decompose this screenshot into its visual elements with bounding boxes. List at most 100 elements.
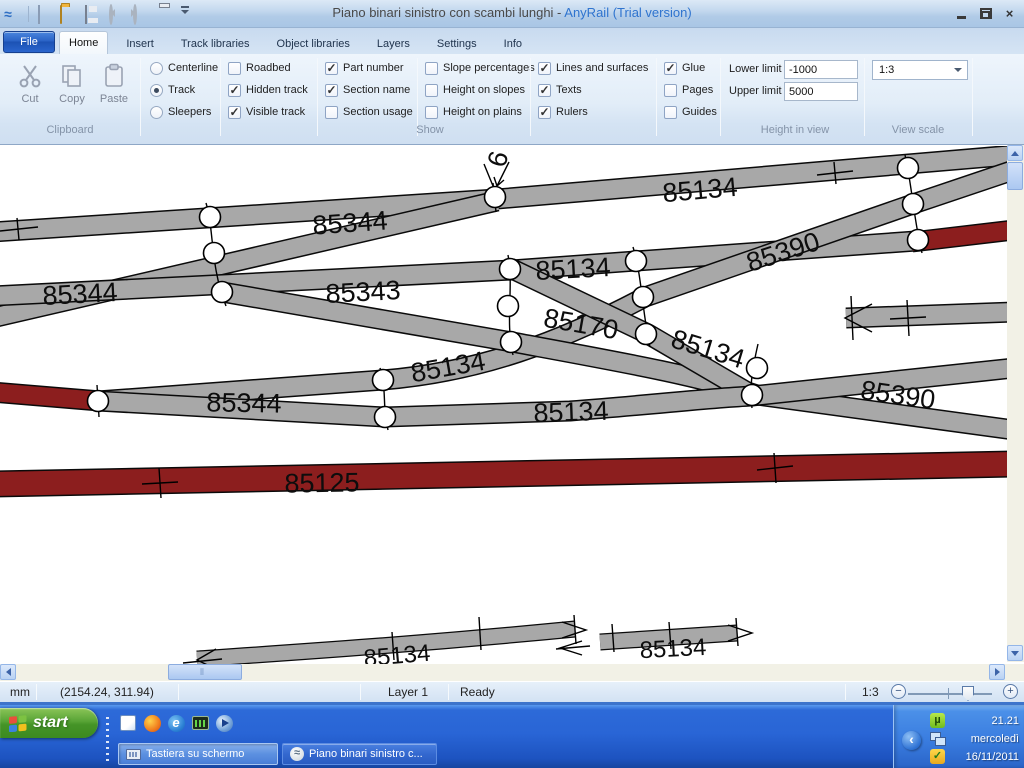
lower-limit-input[interactable] (784, 60, 858, 79)
checkbox-lines-and-surfaces[interactable]: ✓ Lines and surfaces (538, 60, 648, 76)
restore-button[interactable] (977, 6, 994, 21)
cut-button[interactable]: Cut (10, 59, 50, 121)
minimize-button[interactable] (953, 6, 970, 21)
check-control[interactable] (664, 84, 677, 97)
check-control[interactable]: ✓ (538, 106, 551, 119)
zoom-slider-thumb[interactable] (962, 686, 974, 701)
checkbox-texts[interactable]: ✓Texts (538, 82, 582, 98)
tab-insert[interactable]: Insert (117, 33, 163, 54)
tab-info[interactable]: Info (495, 33, 531, 54)
view-scale-dropdown[interactable]: 1:3 (872, 60, 968, 80)
check-control[interactable] (325, 106, 338, 119)
scroll-up-button[interactable] (1007, 145, 1023, 161)
checkbox-height-on-plains[interactable]: Height on plains (425, 104, 522, 120)
tab-file[interactable]: File (3, 31, 55, 53)
checkbox-section-name[interactable]: ✓Section name (325, 82, 410, 98)
scroll-down-button[interactable] (1007, 645, 1023, 661)
zoom-out-button[interactable]: − (891, 684, 906, 699)
check-control[interactable]: ✓ (325, 84, 338, 97)
clock[interactable]: 21.21 mercoledì 16/11/2011 (947, 712, 1019, 766)
check-control[interactable] (228, 62, 241, 75)
check-control[interactable]: ✓ (664, 62, 677, 75)
check-control[interactable] (425, 84, 438, 97)
copy-button[interactable]: Copy (52, 59, 92, 121)
checkbox-guides[interactable]: Guides (664, 104, 717, 120)
option-label: Centerline (168, 62, 218, 74)
check-control[interactable] (425, 62, 438, 75)
zoom-in-button[interactable]: + (1003, 684, 1018, 699)
copy-icon (52, 59, 92, 93)
tray-collapse-button[interactable]: ‹ (902, 731, 921, 750)
utorrent-tray-icon[interactable]: µ (930, 713, 945, 728)
horizontal-scrollbar[interactable] (0, 664, 1007, 681)
part-number-label: 85344 (206, 387, 282, 418)
zoom-level: 1:3 (862, 685, 879, 699)
zoom-slider-track[interactable] (908, 693, 992, 695)
track-segment-red[interactable] (0, 464, 1007, 484)
task-button-onscreen-keyboard[interactable]: Tastiera su schermo (118, 743, 278, 765)
system-tray: ‹ µ ✓ 21.21 mercoledì 16/11/2011 (893, 705, 1024, 768)
option-label: Lines and surfaces (556, 62, 648, 74)
dropdown-arrow-icon[interactable] (951, 63, 965, 77)
close-button[interactable]: × (1001, 6, 1018, 21)
checkbox-hidden-track[interactable]: ✓Hidden track (228, 82, 308, 98)
check-control[interactable]: ✓ (228, 84, 241, 97)
tab-track-libraries[interactable]: Track libraries (172, 33, 259, 54)
check-control[interactable] (425, 106, 438, 119)
upper-limit-input[interactable] (784, 82, 858, 101)
status-message: Ready (460, 685, 495, 699)
onscreen-keyboard-icon[interactable] (190, 713, 210, 733)
checkbox-height-on-slopes[interactable]: Height on slopes (425, 82, 525, 98)
scrollbar-corner (1007, 664, 1024, 681)
anyrail-icon: ≈ (290, 747, 304, 761)
option-label: Guides (682, 106, 717, 118)
track-plan-canvas[interactable]: 8534485134685344853438513485390851708513… (0, 145, 1024, 681)
antivirus-tray-icon[interactable]: ✓ (930, 749, 945, 764)
vertical-scrollbar[interactable] (1007, 145, 1024, 662)
tab-object-libraries[interactable]: Object libraries (268, 33, 359, 54)
media-player-icon[interactable] (214, 713, 234, 733)
horizontal-scroll-thumb[interactable] (168, 664, 242, 680)
column-separator (317, 58, 318, 136)
check-control[interactable] (664, 106, 677, 119)
checkbox-glue[interactable]: ✓Glue (664, 60, 705, 76)
checkbox-section-usage[interactable]: Section usage (325, 104, 413, 120)
check-control[interactable]: ✓ (538, 62, 551, 75)
option-label: Pages (682, 84, 713, 96)
radio-track[interactable]: Track (150, 82, 195, 98)
radio-centerline[interactable]: Centerline (150, 60, 218, 76)
internet-explorer-icon[interactable]: e (166, 713, 186, 733)
radio-sleepers[interactable]: Sleepers (150, 104, 211, 120)
firefox-icon[interactable] (142, 713, 162, 733)
vertical-scroll-thumb[interactable] (1007, 162, 1023, 190)
lower-limit-label: Lower limit (729, 63, 782, 75)
checkbox-part-number[interactable]: ✓Part number (325, 60, 404, 76)
check-control[interactable]: ✓ (228, 106, 241, 119)
tab-layers[interactable]: Layers (368, 33, 419, 54)
tab-home[interactable]: Home (59, 31, 108, 54)
quicklaunch-app-icon[interactable] (118, 713, 138, 733)
group-separator (656, 58, 657, 136)
start-button[interactable]: start (0, 708, 98, 738)
status-bar: mm (2154.24, 311.94) Layer 1 Ready 1:3 −… (0, 681, 1024, 702)
network-tray-icon[interactable] (930, 731, 945, 746)
radio-control[interactable] (150, 84, 163, 97)
track-plan-svg[interactable]: 8534485134685344853438513485390851708513… (0, 146, 1007, 664)
task-button-anyrail[interactable]: ≈ Piano binari sinistro c... (282, 743, 437, 765)
checkbox-pages[interactable]: Pages (664, 82, 713, 98)
tab-settings[interactable]: Settings (428, 33, 486, 54)
check-control[interactable]: ✓ (538, 84, 551, 97)
track-segment[interactable] (846, 312, 1007, 318)
checkbox-slope-percentages[interactable]: Slope percentages (425, 60, 535, 76)
radio-control[interactable] (150, 106, 163, 119)
radio-control[interactable] (150, 62, 163, 75)
check-control[interactable]: ✓ (325, 62, 338, 75)
scroll-right-button[interactable] (989, 664, 1005, 680)
checkbox-rulers[interactable]: ✓Rulers (538, 104, 588, 120)
checkbox-visible-track[interactable]: ✓Visible track (228, 104, 305, 120)
checkbox-roadbed[interactable]: Roadbed (228, 60, 291, 76)
paste-button[interactable]: Paste (94, 59, 134, 121)
scissors-icon (10, 59, 50, 93)
scroll-left-button[interactable] (0, 664, 16, 680)
toolbar-grip[interactable] (106, 713, 109, 761)
